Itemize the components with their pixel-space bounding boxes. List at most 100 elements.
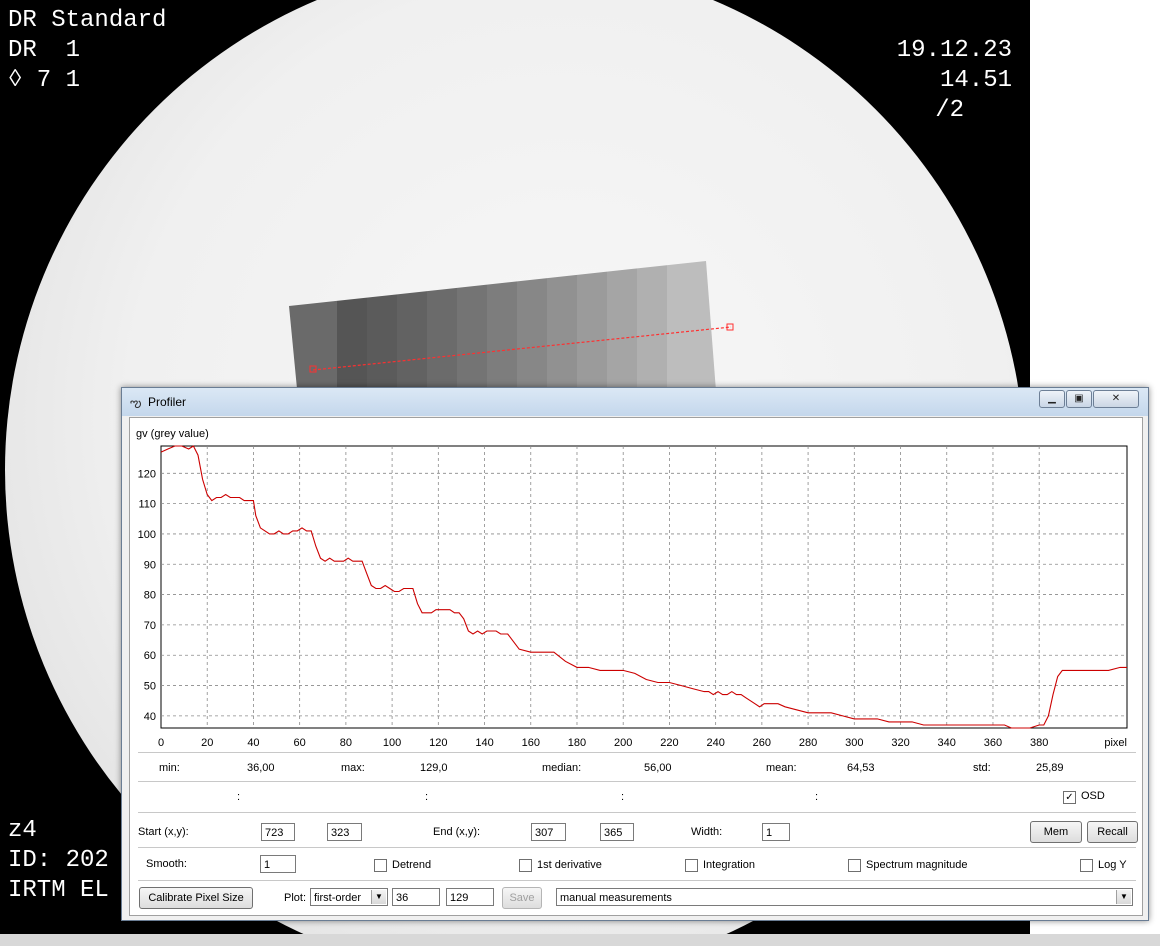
plot-type-value: first-order — [314, 892, 362, 904]
minimize-button[interactable]: ▁ — [1039, 390, 1065, 408]
first-derivative-label: 1st derivative — [537, 859, 602, 871]
window-title: Profiler — [148, 395, 187, 409]
overlay-top-left-1: DR Standard — [8, 7, 167, 34]
profile-chart: 0 20 40 60 80 100 120 140 160 180 200 220 240 260 280 3… — [130, 418, 1142, 752]
detrend-checkbox[interactable] — [374, 859, 387, 872]
width-label: Width: — [691, 826, 723, 838]
end-y-field[interactable]: 365 — [600, 823, 634, 841]
overlay-zoom: z4 — [8, 817, 37, 844]
end-label: End (x,y): — [433, 826, 481, 838]
osd-colon: : — [237, 791, 241, 803]
stat-label: max: — [341, 762, 365, 774]
x-tick-label: 280 — [799, 737, 817, 749]
x-tick-label: 260 — [753, 737, 771, 749]
y-tick-label: 40 — [144, 711, 156, 723]
overlay-time: 14.51 — [939, 67, 1012, 94]
x-tick-label: 300 — [845, 737, 863, 749]
overlay-top-left-2: DR 1 — [8, 37, 81, 64]
x-tick-label: 240 — [706, 737, 724, 749]
close-icon: ✕ — [1111, 393, 1121, 404]
separator — [138, 812, 1136, 813]
title-bar[interactable]: ఌ Profiler ▁ ▣ ✕ — [122, 388, 1148, 416]
x-tick-label: 40 — [247, 737, 259, 749]
stat-value: 64,53 — [847, 762, 875, 774]
stat-label: mean: — [766, 762, 797, 774]
x-tick-label: 380 — [1030, 737, 1048, 749]
stat-label: std: — [973, 762, 991, 774]
y-tick-label: 50 — [144, 681, 156, 693]
maximize-button[interactable]: ▣ — [1066, 390, 1092, 408]
chevron-down-icon[interactable]: ▼ — [1116, 890, 1131, 904]
x-tick-label: 340 — [938, 737, 956, 749]
x-tick-label: 60 — [294, 737, 306, 749]
y-tick-label: 60 — [144, 650, 156, 662]
stat-value: 129,0 — [420, 762, 448, 774]
y-tick-label: 100 — [138, 529, 156, 541]
overlay-id: ID: 202 — [8, 847, 109, 874]
plot-min-field[interactable]: 36 — [392, 888, 440, 906]
y-tick-label: 110 — [138, 499, 156, 511]
spectrum-magnitude-checkbox[interactable] — [848, 859, 861, 872]
stat-value: 25,89 — [1036, 762, 1064, 774]
x-tick-label: 200 — [614, 737, 632, 749]
first-derivative-checkbox[interactable] — [519, 859, 532, 872]
detrend-label: Detrend — [392, 859, 432, 871]
measurement-value: manual measurements — [560, 892, 672, 904]
profile-chart-svg: 0 20 40 60 80 100 120 140 160 180 200 220 240 260 280 3… — [136, 428, 1128, 749]
x-tick-label: 160 — [522, 737, 540, 749]
x-tick-label: 220 — [660, 737, 678, 749]
log-y-checkbox[interactable] — [1080, 859, 1093, 872]
stat-value: 56,00 — [644, 762, 672, 774]
overlay-page: /2 — [935, 97, 964, 124]
x-tick-label: 80 — [340, 737, 352, 749]
osd-label: OSD — [1081, 790, 1105, 802]
osd-checkbox[interactable]: ✓ — [1063, 791, 1076, 804]
x-tick-label: 140 — [475, 737, 493, 749]
x-tick-label: 0 — [158, 737, 164, 749]
start-y-field[interactable]: 323 — [327, 823, 362, 841]
osd-colon: : — [425, 791, 429, 803]
y-tick-label: 90 — [144, 559, 156, 571]
x-tick-label: 320 — [891, 737, 909, 749]
y-tick-label: 120 — [138, 468, 156, 480]
recall-button[interactable]: Recall — [1087, 821, 1138, 843]
smooth-field[interactable]: 1 — [260, 855, 296, 873]
y-axis-label: gv (grey value) — [136, 428, 209, 440]
save-button[interactable]: Save — [502, 887, 542, 909]
taskbar-edge — [0, 934, 1160, 946]
y-tick-label: 70 — [144, 620, 156, 632]
width-field[interactable]: 1 — [762, 823, 790, 841]
minimize-icon: ▁ — [1048, 393, 1056, 404]
integration-label: Integration — [703, 859, 755, 871]
x-tick-label: 120 — [429, 737, 447, 749]
calibrate-pixel-size-button[interactable]: Calibrate Pixel Size — [139, 887, 253, 909]
plot-type-select[interactable]: first-order ▼ — [310, 888, 388, 906]
osd-colon: : — [621, 791, 625, 803]
measurement-select[interactable]: manual measurements ▼ — [556, 888, 1133, 906]
stat-label: min: — [159, 762, 180, 774]
osd-colon: : — [815, 791, 819, 803]
overlay-institution: IRTM EL — [8, 877, 109, 904]
spectrum-magnitude-label: Spectrum magnitude — [866, 859, 968, 871]
integration-checkbox[interactable] — [685, 859, 698, 872]
plot-max-field[interactable]: 129 — [446, 888, 494, 906]
profiler-app-icon: ఌ — [130, 395, 142, 410]
chevron-down-icon[interactable]: ▼ — [371, 890, 386, 904]
start-x-field[interactable]: 723 — [261, 823, 295, 841]
stat-label: median: — [542, 762, 582, 774]
end-x-field[interactable]: 307 — [531, 823, 566, 841]
close-button[interactable]: ✕ — [1093, 390, 1139, 408]
maximize-icon: ▣ — [1074, 393, 1084, 404]
plot-label: Plot: — [284, 892, 307, 904]
log-y-label: Log Y — [1098, 859, 1127, 871]
smooth-label: Smooth: — [146, 858, 187, 870]
overlay-top-left-3: ◊ 7 1 — [8, 67, 81, 94]
separator — [138, 880, 1136, 881]
separator — [138, 781, 1136, 782]
profiler-client-area: 0 20 40 60 80 100 120 140 160 180 200 220 240 260 280 3… — [129, 417, 1143, 916]
stat-value: 36,00 — [247, 762, 275, 774]
x-axis-label: pixel — [1104, 737, 1127, 749]
start-label: Start (x,y): — [138, 826, 189, 838]
separator — [138, 847, 1136, 848]
mem-button[interactable]: Mem — [1030, 821, 1082, 843]
